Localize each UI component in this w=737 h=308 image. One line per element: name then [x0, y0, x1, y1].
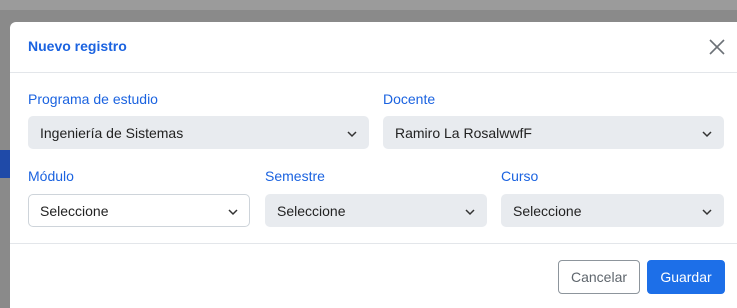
footer-divider [10, 243, 737, 244]
programa-select[interactable]: Ingeniería de Sistemas [28, 116, 369, 149]
semestre-select[interactable]: Seleccione [265, 194, 487, 227]
curso-select[interactable]: Seleccione [501, 194, 724, 227]
chevron-down-icon [347, 131, 357, 138]
docente-value: Ramiro La RosalwwfF [395, 125, 532, 141]
programa-value: Ingeniería de Sistemas [40, 125, 184, 141]
close-icon [709, 39, 725, 55]
semestre-value: Seleccione [277, 203, 346, 219]
chevron-down-icon [228, 209, 238, 216]
save-button[interactable]: Guardar [647, 260, 725, 294]
chevron-down-icon [702, 209, 712, 216]
backdrop-topbar [0, 0, 737, 10]
modulo-value: Seleccione [40, 203, 109, 219]
chevron-down-icon [702, 131, 712, 138]
modulo-label: Módulo [28, 168, 74, 184]
modulo-select[interactable]: Seleccione [28, 194, 250, 227]
modal-title: Nuevo registro [28, 38, 127, 54]
programa-label: Programa de estudio [28, 91, 158, 107]
docente-select[interactable]: Ramiro La RosalwwfF [383, 116, 724, 149]
semestre-label: Semestre [265, 168, 325, 184]
chevron-down-icon [465, 209, 475, 216]
curso-value: Seleccione [513, 203, 582, 219]
modal-header: Nuevo registro [10, 22, 737, 73]
new-record-modal: Nuevo registro Programa de estudio Ingen… [10, 22, 737, 308]
docente-label: Docente [383, 91, 436, 107]
cancel-button[interactable]: Cancelar [558, 260, 640, 294]
close-button[interactable] [706, 36, 728, 58]
curso-label: Curso [501, 168, 539, 184]
